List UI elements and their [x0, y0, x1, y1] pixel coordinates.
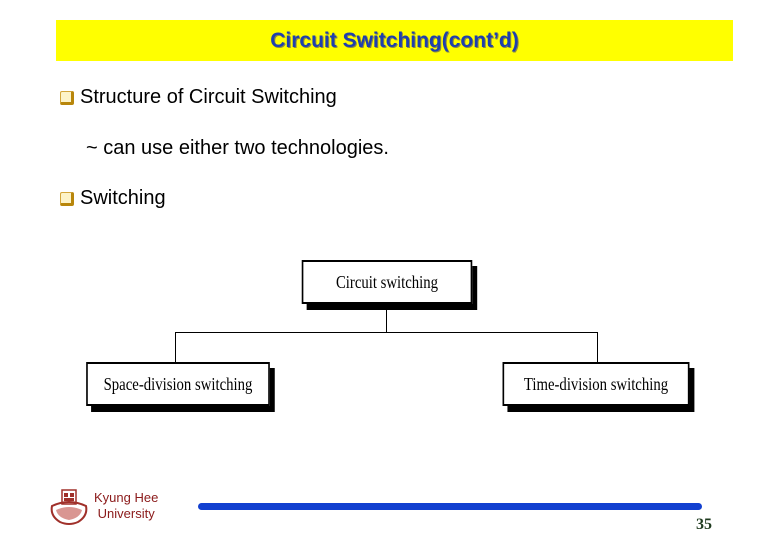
square-bullet-icon	[60, 90, 74, 105]
bullet-text: Switching	[80, 187, 166, 209]
university-name: Kyung Hee University	[94, 490, 158, 522]
connector-right	[597, 332, 598, 362]
university-emblem-icon	[50, 489, 88, 525]
diagram-child-box-time: Time-division switching	[502, 362, 690, 406]
sub-text: ~ can use either two technologies.	[86, 137, 389, 159]
connector-left	[175, 332, 176, 362]
slide-title: Circuit Switching(cont’d)	[270, 28, 519, 52]
diagram-child-label: Time-division switching	[523, 373, 669, 394]
bullet-text: Structure of Circuit Switching	[80, 86, 337, 108]
connector-horizontal	[175, 332, 598, 333]
diagram-child-box-space: Space-division switching	[86, 362, 270, 406]
diagram-root-box: Circuit switching	[301, 260, 473, 304]
slide-title-bar: Circuit Switching(cont’d)	[56, 20, 733, 61]
diagram-child-label: Space-division switching	[103, 373, 253, 394]
square-bullet-icon	[60, 191, 74, 206]
bullet-structure: Structure of Circuit Switching	[60, 86, 337, 109]
connector-stem	[386, 304, 387, 333]
diagram-root-label: Circuit switching	[335, 271, 439, 292]
page-number: 35	[696, 516, 712, 533]
university-line-2: University	[97, 506, 155, 521]
university-line-1: Kyung Hee	[94, 490, 159, 505]
bullet-switching: Switching	[60, 187, 166, 210]
footer-divider-bar	[198, 503, 702, 510]
